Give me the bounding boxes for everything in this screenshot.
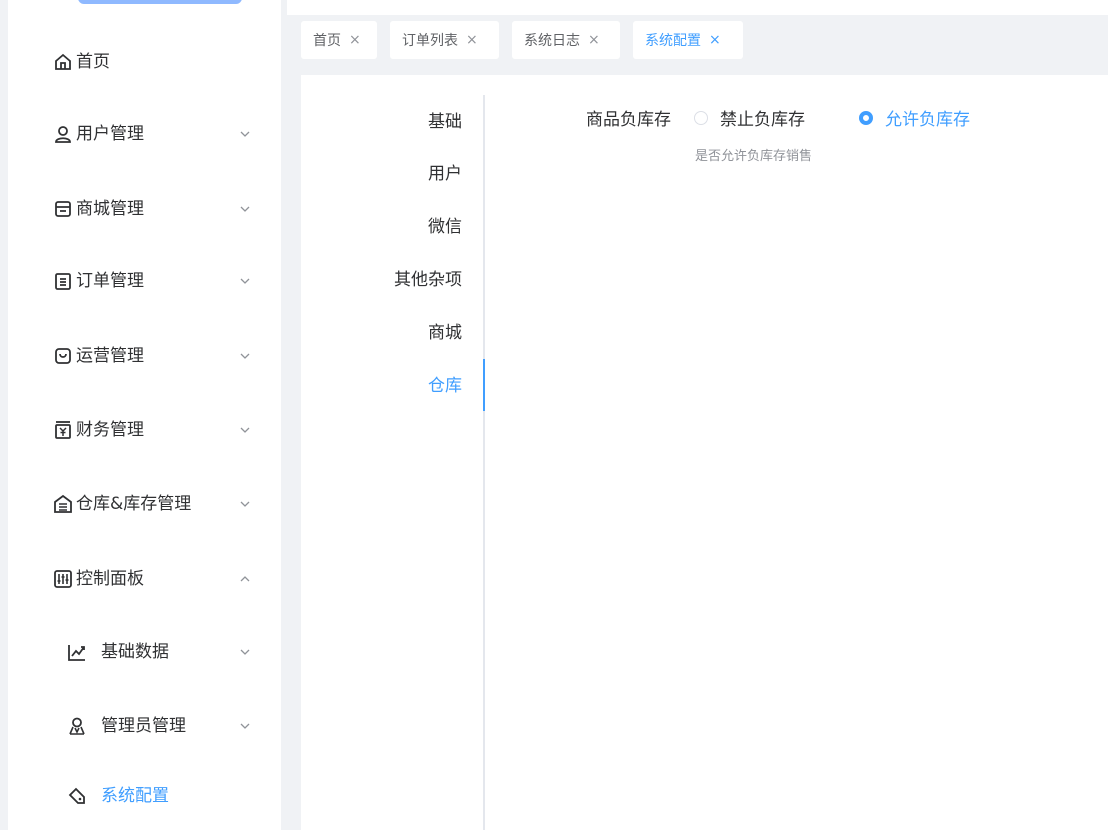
admin-icon xyxy=(69,717,85,735)
sidebar-item-label: 管理员管理 xyxy=(101,716,186,736)
sidebar-item-label: 财务管理 xyxy=(76,420,144,440)
chevron-down-icon xyxy=(240,353,250,359)
chevron-up-icon xyxy=(240,576,250,582)
sidebar-item-system-config[interactable]: 系统配置 xyxy=(8,772,281,820)
chevron-down-icon xyxy=(240,278,250,284)
sidebar-item-warehouse[interactable]: 仓库&库存管理 xyxy=(8,480,281,528)
negative-stock-label: 商品负库存 xyxy=(586,110,671,130)
active-tab-indicator xyxy=(483,359,485,411)
settings-panel: 基础 用户 微信 其他杂项 商城 仓库 商品负库存 禁止负库存 允许负库存 是否… xyxy=(301,75,1108,830)
radio-allow-negative-stock[interactable]: 允许负库存 xyxy=(859,105,970,130)
tab-label: 订单列表 xyxy=(402,33,458,49)
negative-stock-hint: 是否允许负库存销售 xyxy=(695,149,813,164)
chevron-down-icon xyxy=(240,501,250,507)
close-icon[interactable]: × xyxy=(588,32,600,48)
home-icon xyxy=(55,53,71,70)
radio-disallow-negative-stock[interactable]: 禁止负库存 xyxy=(694,105,805,130)
chart-icon xyxy=(68,645,85,661)
control-panel-icon xyxy=(54,570,72,588)
user-icon xyxy=(55,126,71,143)
sidebar-item-label: 订单管理 xyxy=(76,271,144,291)
top-header xyxy=(287,0,1108,15)
tag-icon xyxy=(68,787,85,804)
sidebar-item-admins[interactable]: 管理员管理 xyxy=(8,702,281,750)
radio-label: 允许负库存 xyxy=(885,110,970,130)
vtab-basic[interactable]: 基础 xyxy=(428,107,462,137)
shop-icon xyxy=(55,201,71,217)
vtab-wechat[interactable]: 微信 xyxy=(428,212,462,242)
chevron-down-icon xyxy=(240,131,250,137)
vertical-tabs-divider xyxy=(483,95,485,830)
sidebar-item-finance[interactable]: 财务管理 xyxy=(8,406,281,454)
radio-label: 禁止负库存 xyxy=(720,110,805,130)
chevron-down-icon xyxy=(240,206,250,212)
logo xyxy=(78,0,242,4)
radio-circle xyxy=(694,110,708,125)
chevron-down-icon xyxy=(240,427,250,433)
sidebar-item-label: 用户管理 xyxy=(76,124,144,144)
tab-system-log[interactable]: 系统日志 × xyxy=(512,21,620,59)
order-icon xyxy=(55,273,71,290)
tab-system-config[interactable]: 系统配置 × xyxy=(633,21,743,59)
vtab-misc[interactable]: 其他杂项 xyxy=(394,265,462,295)
sidebar-item-control-panel[interactable]: 控制面板 xyxy=(8,555,281,603)
close-icon[interactable]: × xyxy=(349,32,361,48)
warehouse-icon xyxy=(54,494,72,513)
sidebar-item-label: 控制面板 xyxy=(76,569,144,589)
tab-order-list[interactable]: 订单列表 × xyxy=(390,21,499,59)
sidebar-item-label: 运营管理 xyxy=(76,346,144,366)
tab-label: 首页 xyxy=(313,33,341,49)
sidebar-item-label: 系统配置 xyxy=(101,786,169,806)
sidebar-item-label: 基础数据 xyxy=(101,642,169,662)
tab-home[interactable]: 首页 × xyxy=(301,21,377,59)
chevron-down-icon xyxy=(240,723,250,729)
vtab-warehouse[interactable]: 仓库 xyxy=(428,371,462,401)
close-icon[interactable]: × xyxy=(466,32,478,48)
tab-label: 系统日志 xyxy=(524,33,580,49)
sidebar: 首页 用户管理 商城管理 订单管理 运营管理 财务管理 仓库&库存管理 控制面板… xyxy=(8,0,281,830)
finance-icon xyxy=(55,421,71,439)
sidebar-item-orders[interactable]: 订单管理 xyxy=(8,257,281,305)
vtab-shop[interactable]: 商城 xyxy=(428,318,462,348)
sidebar-item-label: 商城管理 xyxy=(76,199,144,219)
sidebar-item-home[interactable]: 首页 xyxy=(8,38,281,86)
bag-icon xyxy=(55,348,71,364)
vtab-user[interactable]: 用户 xyxy=(428,159,462,189)
sidebar-item-users[interactable]: 用户管理 xyxy=(8,110,281,158)
radio-circle-checked xyxy=(859,110,873,125)
sidebar-item-base-data[interactable]: 基础数据 xyxy=(8,628,281,676)
close-icon[interactable]: × xyxy=(709,32,721,48)
sidebar-item-operations[interactable]: 运营管理 xyxy=(8,332,281,380)
chevron-down-icon xyxy=(240,649,250,655)
sidebar-item-label: 仓库&库存管理 xyxy=(76,494,192,514)
sidebar-item-label: 首页 xyxy=(76,52,110,72)
tab-label: 系统配置 xyxy=(645,33,701,49)
sidebar-item-shop[interactable]: 商城管理 xyxy=(8,185,281,233)
